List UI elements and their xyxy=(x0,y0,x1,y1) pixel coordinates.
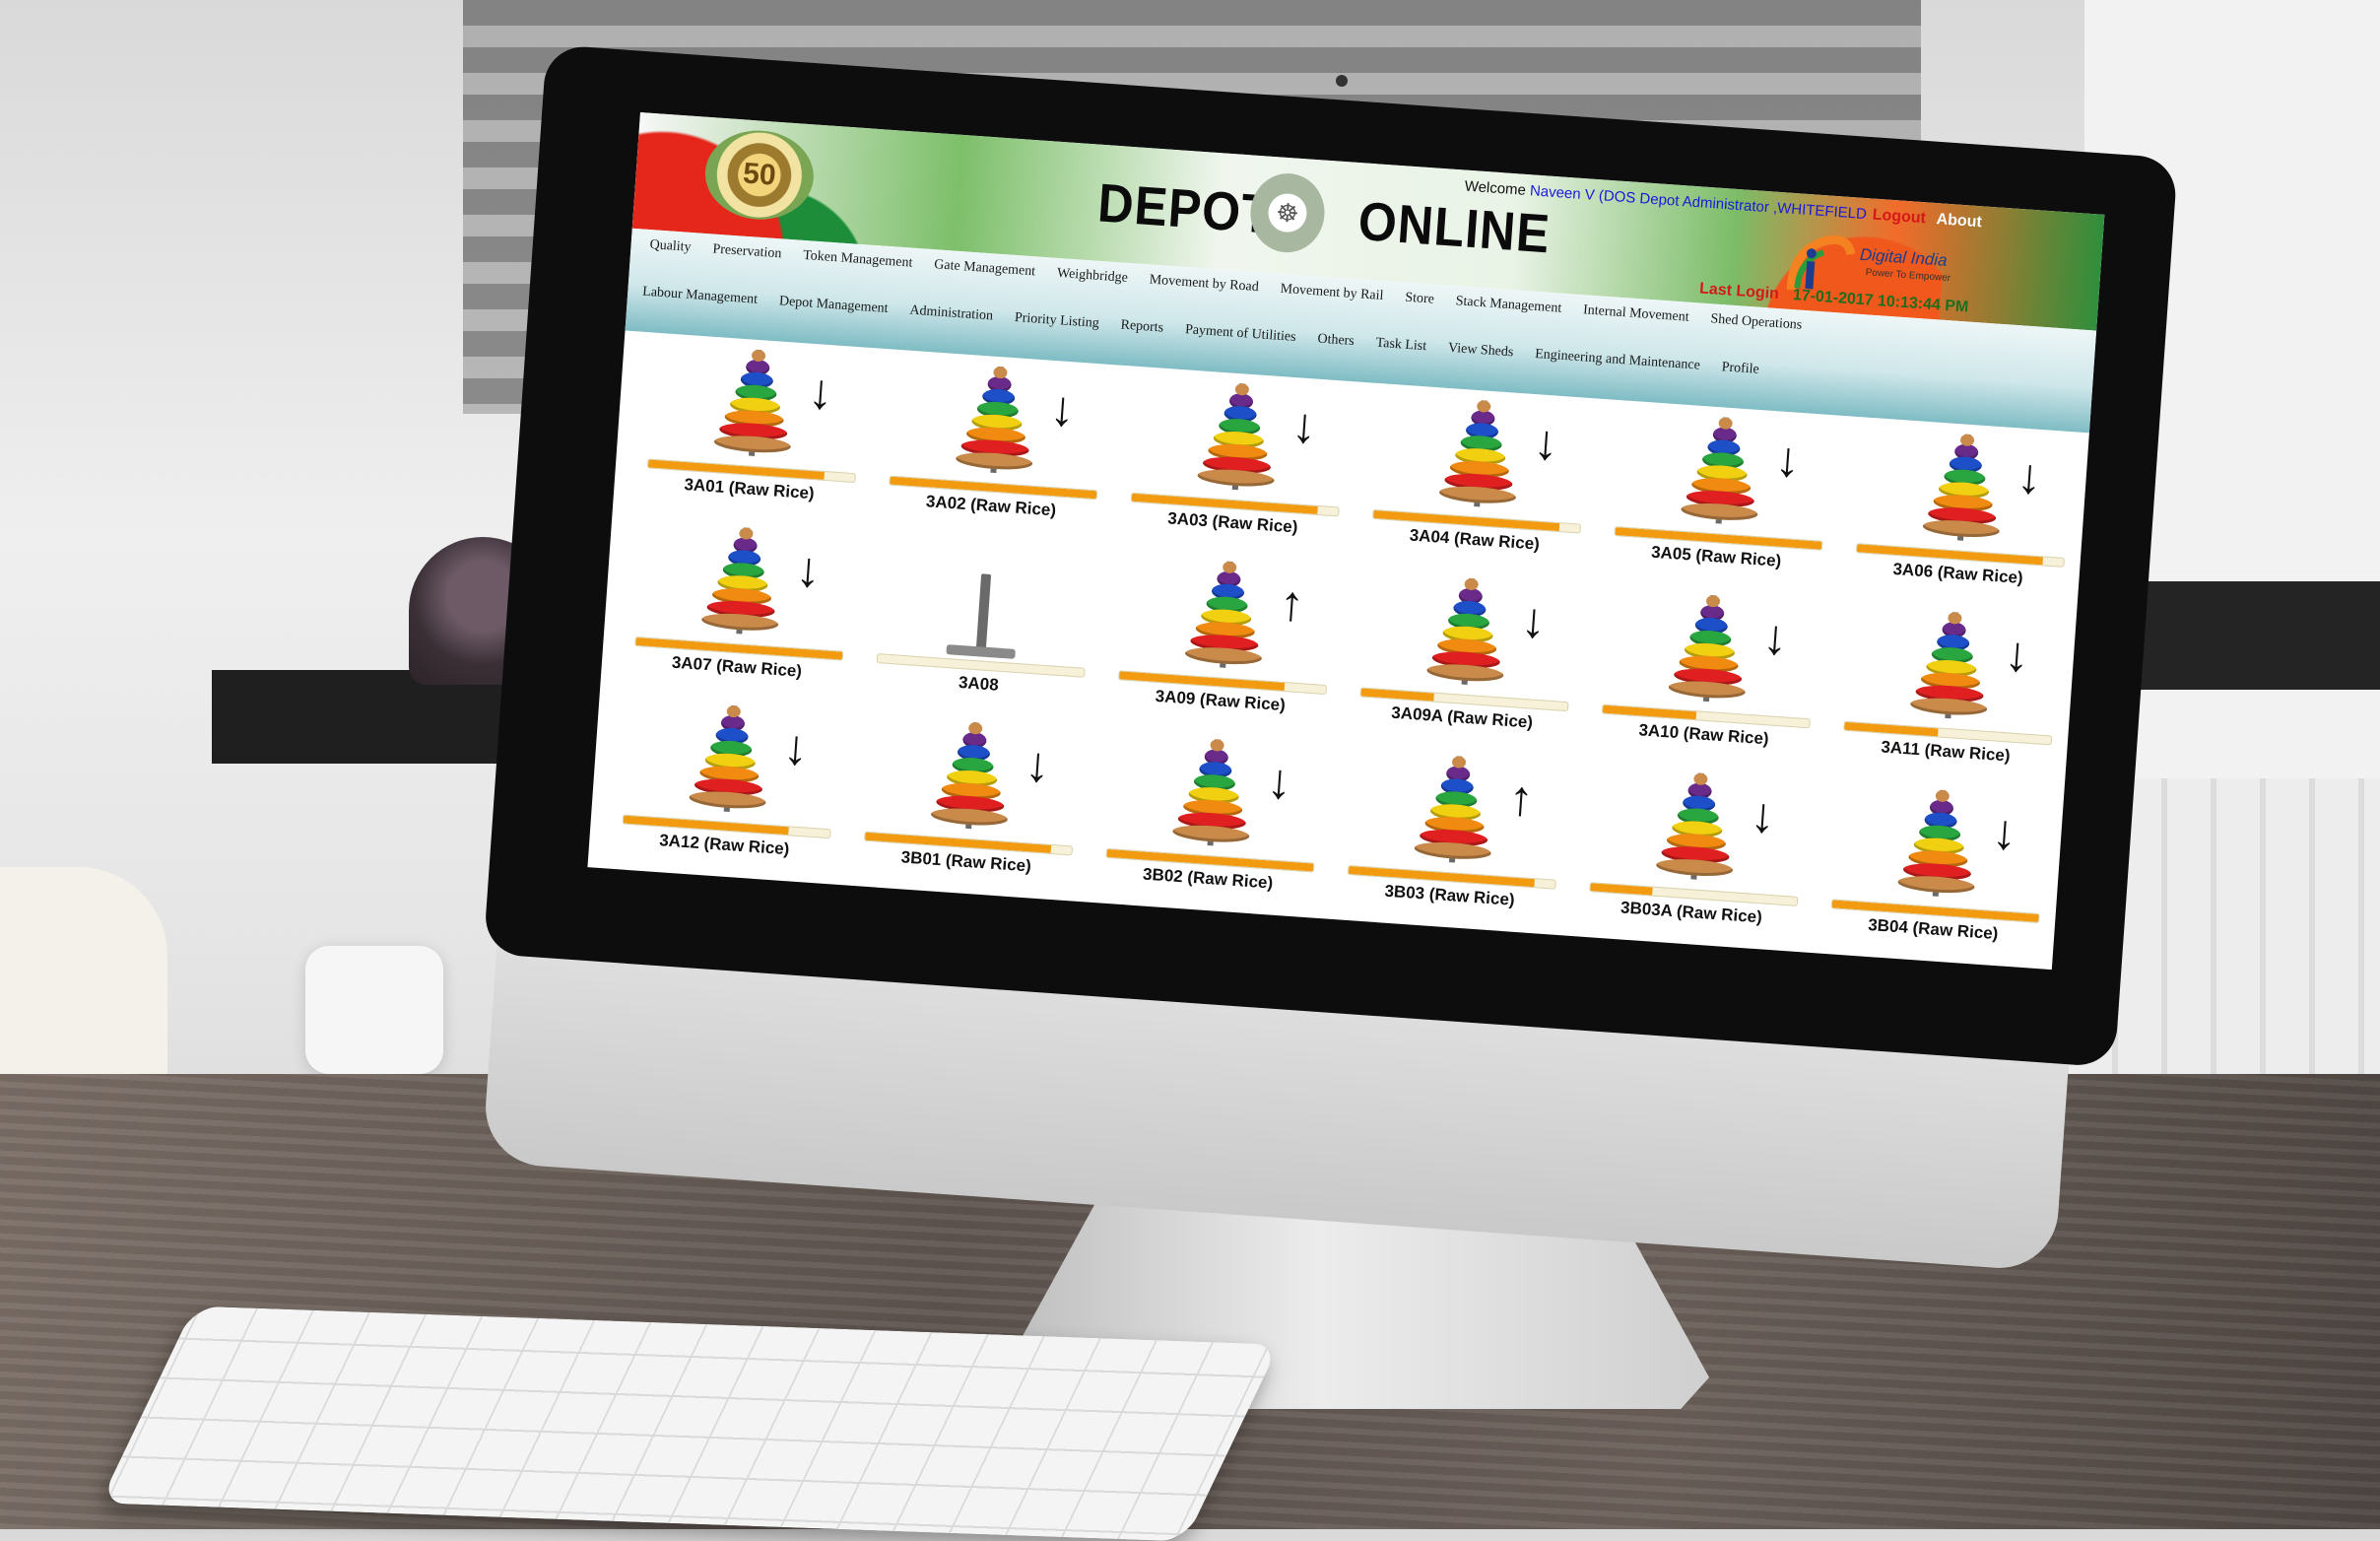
stack-fill-level xyxy=(1844,721,1939,737)
nav-item-movement-by-road[interactable]: Movement by Road xyxy=(1138,272,1270,297)
arrow-down-icon: ↓ xyxy=(1749,786,1777,844)
keyboard xyxy=(99,1306,1280,1541)
empty-stack-peg-icon xyxy=(975,573,992,649)
stack-tower-icon xyxy=(1191,380,1287,495)
bin-card[interactable]: ↓ 3B03A (Raw Rice) xyxy=(1577,766,1824,944)
stack-tower-icon xyxy=(1165,736,1261,850)
bin-card[interactable]: ↑ 3A09 (Raw Rice) xyxy=(1105,554,1353,732)
arrow-down-icon: ↓ xyxy=(1265,753,1294,810)
arrow-up-icon: ↑ xyxy=(1506,770,1536,827)
arrow-down-icon: ↓ xyxy=(1048,379,1077,437)
nav-item-preservation[interactable]: Preservation xyxy=(701,241,793,263)
bin-card[interactable]: ↓ 3B02 (Raw Rice) xyxy=(1093,731,1341,909)
bin-card[interactable]: ↓ 3A10 (Raw Rice) xyxy=(1589,587,1836,766)
about-link[interactable]: About xyxy=(1936,211,1982,232)
stack-tower-icon xyxy=(707,347,803,461)
bin-card[interactable]: ↓ 3A02 (Raw Rice) xyxy=(877,359,1124,537)
bin-card[interactable]: ↓ 3A12 (Raw Rice) xyxy=(610,698,857,876)
arrow-down-icon: ↓ xyxy=(1023,735,1052,793)
site-title-online: ONLINE xyxy=(1355,190,1553,265)
arrow-down-icon: ↓ xyxy=(2003,626,2031,683)
nav-item-task-list[interactable]: Task List xyxy=(1364,335,1437,356)
nav-item-internal-movement[interactable]: Internal Movement xyxy=(1572,302,1700,327)
nav-item-weighbridge[interactable]: Weighbridge xyxy=(1045,265,1139,288)
site-title-depot: DEPOT xyxy=(1095,171,1275,245)
nav-item-view-sheds[interactable]: View Sheds xyxy=(1436,340,1524,362)
bin-card[interactable]: ↑ 3B03 (Raw Rice) xyxy=(1335,749,1582,927)
bin-card[interactable]: ↓ 3A05 (Raw Rice) xyxy=(1602,410,1849,588)
nav-item-priority-listing[interactable]: Priority Listing xyxy=(1003,309,1110,332)
nav-item-stack-management[interactable]: Stack Management xyxy=(1444,293,1572,317)
arrow-down-icon: ↓ xyxy=(1990,803,2019,861)
bin-card[interactable]: ↓ 3A03 (Raw Rice) xyxy=(1118,375,1365,554)
stack-tower-icon xyxy=(1662,592,1757,706)
stack-tower-icon xyxy=(683,703,778,817)
stack-tower-icon xyxy=(1420,575,1515,690)
empty-stack-base-icon xyxy=(946,644,1016,659)
stack-tower-icon xyxy=(1916,432,2012,546)
nav-item-reports[interactable]: Reports xyxy=(1109,317,1175,338)
nav-item-token-management[interactable]: Token Management xyxy=(792,247,924,272)
arrow-up-icon: ↑ xyxy=(1277,574,1306,633)
apple-logo-icon xyxy=(1187,1003,1266,1102)
stack-tower-icon xyxy=(1408,753,1503,867)
stack-tower-icon xyxy=(1432,397,1528,511)
arrow-down-icon: ↓ xyxy=(794,541,823,598)
nav-item-movement-by-rail[interactable]: Movement by Rail xyxy=(1269,281,1395,305)
nav-item-administration[interactable]: Administration xyxy=(898,302,1005,325)
bin-card[interactable]: 3A08 xyxy=(864,537,1111,715)
stack-fill-level xyxy=(877,654,879,663)
bin-card[interactable]: ↓ 3A06 (Raw Rice) xyxy=(1843,427,2090,605)
stack-fill-level xyxy=(1360,688,1434,702)
stack-tower-icon xyxy=(694,524,790,638)
bins-grid: ↓ 3A01 (Raw Rice) ↓ 3A02 (Raw Rice) ↓ 3A03 (R… xyxy=(588,340,2104,962)
stack-tower-icon xyxy=(924,719,1020,834)
stack-tower-icon xyxy=(1675,414,1770,528)
stack-fill-level xyxy=(1590,883,1653,896)
bin-card[interactable]: ↓ 3A04 (Raw Rice) xyxy=(1359,392,1607,570)
welcome-prefix: Welcome xyxy=(1464,177,1527,199)
arrow-down-icon: ↓ xyxy=(1760,608,1790,666)
stack-tower-icon xyxy=(949,364,1044,478)
nav-item-depot-management[interactable]: Depot Management xyxy=(767,294,899,318)
arrow-down-icon: ↓ xyxy=(781,718,811,776)
arrow-down-icon: ↓ xyxy=(1519,591,1549,649)
arrow-down-icon: ↓ xyxy=(2015,447,2044,505)
camera-icon xyxy=(1336,75,1348,87)
bin-card[interactable]: ↓ 3B01 (Raw Rice) xyxy=(851,714,1098,893)
nav-item-gate-management[interactable]: Gate Management xyxy=(923,256,1047,281)
nav-item-quality[interactable]: Quality xyxy=(638,236,702,256)
logout-link[interactable]: Logout xyxy=(1872,207,1926,229)
stack-tower-icon xyxy=(1903,609,1999,723)
nav-item-engineering-and-maintenance[interactable]: Engineering and Maintenance xyxy=(1524,346,1712,374)
nav-item-others[interactable]: Others xyxy=(1306,331,1365,351)
arrow-down-icon: ↓ xyxy=(1289,396,1319,454)
bin-card[interactable]: ↓ 3A11 (Raw Rice) xyxy=(1831,604,2079,782)
nav-item-labour-management[interactable]: Labour Management xyxy=(631,284,769,309)
bin-card[interactable]: ↓ 3A07 (Raw Rice) xyxy=(623,520,870,699)
background-heater xyxy=(305,946,443,1074)
nav-item-store[interactable]: Store xyxy=(1394,290,1446,309)
bin-card[interactable]: ↓ 3A01 (Raw Rice) xyxy=(634,342,882,520)
arrow-down-icon: ↓ xyxy=(1773,431,1803,488)
browser-screen: 50 DEPOT ☸ ONLINE Welcome Naveen V (DOS … xyxy=(587,112,2105,971)
arrow-down-icon: ↓ xyxy=(1531,414,1560,471)
nav-item-profile[interactable]: Profile xyxy=(1710,359,1770,378)
nav-item-shed-operations[interactable]: Shed Operations xyxy=(1699,311,1814,335)
bin-card[interactable]: ↓ 3A09A (Raw Rice) xyxy=(1348,570,1595,749)
arrow-down-icon: ↓ xyxy=(806,363,835,421)
stack-tower-icon xyxy=(1891,787,1987,902)
stack-tower-icon xyxy=(1649,770,1745,885)
bin-card[interactable]: ↓ 3B04 (Raw Rice) xyxy=(1818,782,2066,961)
nav-item-payment-of-utilities[interactable]: Payment of Utilities xyxy=(1174,321,1308,346)
stack-tower-icon xyxy=(1178,559,1274,673)
stack-fill-level xyxy=(1602,704,1696,720)
